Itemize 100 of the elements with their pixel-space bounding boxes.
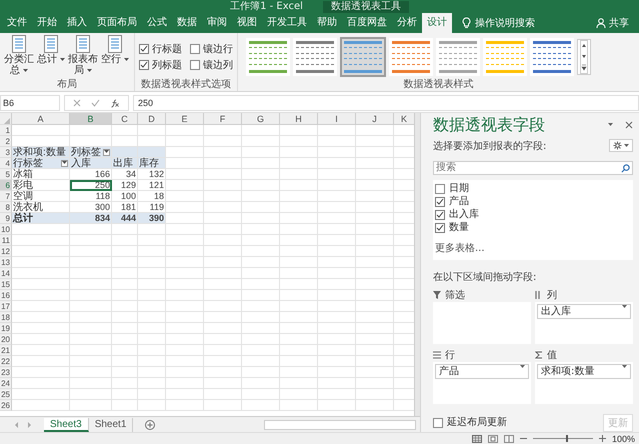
row-header[interactable]: 4: [0, 158, 12, 169]
ribbon-tab[interactable]: 百度网盘: [342, 13, 392, 33]
row-header[interactable]: 12: [0, 246, 12, 257]
area-drop-zone[interactable]: 求和项:数量: [535, 362, 633, 404]
area-field-item[interactable]: 求和项:数量: [537, 364, 631, 379]
row-header[interactable]: 11: [0, 235, 12, 246]
tell-me-search[interactable]: 操作说明搜索: [475, 16, 535, 30]
checkbox[interactable]: [433, 418, 443, 428]
row-header[interactable]: 8: [0, 202, 12, 213]
row-header[interactable]: 15: [0, 279, 12, 290]
area-drop-zone[interactable]: 出入库: [535, 302, 633, 344]
checkbox[interactable]: [435, 222, 445, 233]
zoom-level[interactable]: 100%: [612, 434, 635, 444]
ribbon-tab[interactable]: 插入: [62, 13, 92, 33]
column-header[interactable]: C: [112, 113, 138, 125]
area-field-item[interactable]: 出入库: [537, 304, 631, 319]
normal-view-icon[interactable]: [472, 434, 482, 442]
table-style-thumbnail[interactable]: [483, 38, 527, 76]
row-header[interactable]: 25: [0, 389, 12, 400]
row-header[interactable]: 18: [0, 312, 12, 323]
vertical-scrollbar[interactable]: [414, 113, 420, 416]
row-header[interactable]: 5: [0, 169, 12, 180]
checkbox[interactable]: [139, 44, 149, 54]
checkbox[interactable]: [435, 210, 445, 220]
search-field[interactable]: 搜索: [433, 160, 633, 175]
gallery-scroll-buttons[interactable]: [577, 39, 591, 75]
column-header[interactable]: A: [12, 113, 70, 125]
row-header[interactable]: 1: [0, 125, 12, 136]
ribbon-tab[interactable]: 审阅: [202, 13, 232, 33]
row-header[interactable]: 16: [0, 290, 12, 301]
sheet-tab[interactable]: Sheet3: [44, 418, 89, 432]
table-style-thumbnail[interactable]: [340, 37, 386, 77]
column-header[interactable]: J: [356, 113, 394, 125]
table-style-thumbnail[interactable]: [530, 38, 574, 76]
row-header[interactable]: 10: [0, 224, 12, 235]
horizontal-scrollbar[interactable]: [264, 420, 416, 430]
column-header[interactable]: B: [70, 113, 112, 125]
ribbon-tab[interactable]: 文件: [2, 13, 32, 33]
ribbon-tab[interactable]: 数据: [172, 13, 202, 33]
checkbox[interactable]: [435, 196, 445, 207]
column-header[interactable]: H: [280, 113, 318, 125]
share-button[interactable]: 共享: [609, 16, 629, 30]
row-header[interactable]: 22: [0, 356, 12, 367]
check-icon[interactable]: [91, 99, 100, 107]
more-tables-link[interactable]: 更多表格...: [435, 240, 631, 255]
formula-input[interactable]: 250: [133, 95, 639, 111]
column-header[interactable]: I: [318, 113, 356, 125]
column-header[interactable]: E: [166, 113, 204, 125]
row-header[interactable]: 20: [0, 334, 12, 345]
caret-icon[interactable]: [608, 123, 613, 128]
add-sheet-icon[interactable]: [145, 420, 156, 430]
area-drop-zone[interactable]: 产品: [433, 362, 531, 404]
ribbon-tab[interactable]: 开发工具: [262, 13, 312, 33]
row-header[interactable]: 9: [0, 213, 12, 224]
row-header[interactable]: 3: [0, 147, 12, 158]
row-header[interactable]: 17: [0, 301, 12, 312]
checkbox[interactable]: [139, 60, 149, 70]
ribbon-tab[interactable]: 设计: [422, 13, 452, 33]
checkbox[interactable]: [190, 44, 200, 54]
column-header[interactable]: F: [204, 113, 242, 125]
page-break-icon[interactable]: [504, 434, 514, 442]
column-header[interactable]: G: [242, 113, 280, 125]
ribbon-button[interactable]: 分类汇总: [4, 35, 34, 79]
row-header[interactable]: 24: [0, 378, 12, 389]
row-header[interactable]: 2: [0, 136, 12, 147]
ribbon-button[interactable]: 报表布局: [68, 35, 98, 79]
column-header[interactable]: D: [138, 113, 166, 125]
table-style-thumbnail[interactable]: [293, 38, 337, 76]
row-header[interactable]: 14: [0, 268, 12, 279]
table-style-thumbnail[interactable]: [389, 38, 433, 76]
column-header[interactable]: K: [394, 113, 414, 125]
settings-button[interactable]: [609, 139, 633, 152]
row-header[interactable]: 7: [0, 191, 12, 202]
row-header[interactable]: 21: [0, 345, 12, 356]
table-style-thumbnail[interactable]: [246, 38, 290, 76]
filter-dropdown-button[interactable]: [61, 160, 68, 166]
ribbon-tab[interactable]: 页面布局: [92, 13, 142, 33]
row-header[interactable]: 19: [0, 323, 12, 334]
zoom-out-icon[interactable]: [520, 435, 527, 442]
ribbon-tab[interactable]: 分析: [392, 13, 422, 33]
ribbon-tab[interactable]: 公式: [142, 13, 172, 33]
page-layout-icon[interactable]: [488, 434, 498, 442]
row-header[interactable]: 26: [0, 400, 12, 411]
function-icon[interactable]: [110, 98, 120, 108]
ribbon-tab[interactable]: 开始: [32, 13, 62, 33]
area-field-item[interactable]: 产品: [435, 364, 529, 379]
close-icon[interactable]: [625, 121, 633, 130]
ribbon-tab[interactable]: 帮助: [312, 13, 342, 33]
ribbon-button[interactable]: 空行: [100, 35, 130, 79]
filter-dropdown-button[interactable]: [103, 148, 110, 156]
zoom-in-icon[interactable]: [598, 435, 606, 442]
cancel-icon[interactable]: [73, 99, 81, 107]
ribbon-tab[interactable]: 视图: [232, 13, 262, 33]
row-header[interactable]: 13: [0, 257, 12, 268]
row-header[interactable]: 6: [0, 180, 12, 191]
ribbon-button[interactable]: 总计: [36, 35, 66, 79]
name-box[interactable]: B6: [0, 95, 60, 111]
table-style-thumbnail[interactable]: [436, 38, 480, 76]
checkbox[interactable]: [435, 184, 445, 194]
checkbox[interactable]: [190, 60, 200, 70]
